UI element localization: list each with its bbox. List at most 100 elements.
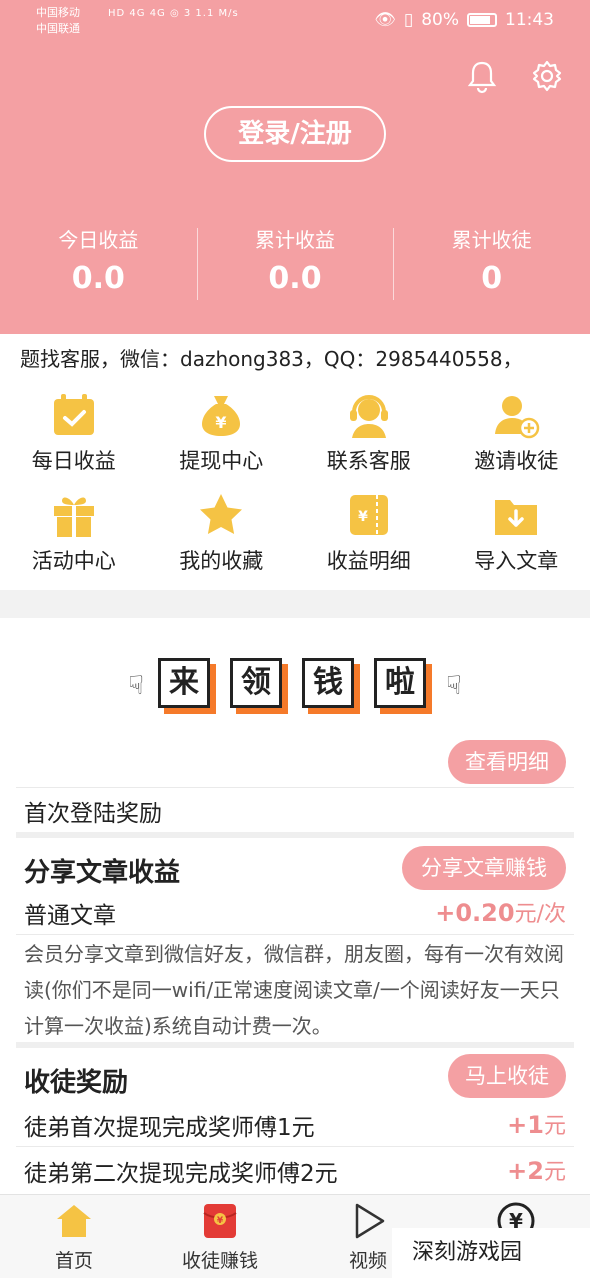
banner-tile: 啦 — [374, 658, 432, 714]
share-section-title: 分享文章收益 — [24, 858, 181, 888]
stat-value: 0.0 — [71, 261, 125, 296]
share-article-button[interactable]: 分享文章赚钱 — [402, 846, 566, 890]
divider — [16, 934, 574, 935]
normal-article-price: +0.20元/次 — [435, 896, 566, 928]
banner-tile: 来 — [158, 658, 216, 714]
carrier-2: 中国联通 — [36, 22, 80, 35]
vibrate-icon: ▯ — [403, 10, 414, 30]
grid-item-earnings-detail[interactable]: ¥ 收益明细 — [295, 490, 443, 590]
bell-icon[interactable] — [464, 58, 500, 94]
apprentice-section-title: 收徒奖励 — [24, 1068, 129, 1098]
stat-label: 今日收益 — [58, 228, 139, 252]
pointing-hand-icon: ☟ — [128, 671, 144, 701]
apprentice-reward-1: 徒弟首次提现完成奖师傅1元 — [24, 1115, 315, 1141]
header: 中国移动 中国联通 HD 4G 4G ◎ 3 1.1 M/s 👁 ▯ 80% 1… — [0, 0, 590, 334]
nav-recruit-earn[interactable]: ¥ 收徒赚钱 — [160, 1201, 280, 1275]
stat-value: 0.0 — [268, 261, 322, 296]
view-detail-button[interactable]: 查看明细 — [448, 740, 566, 784]
svg-text:¥: ¥ — [217, 1216, 224, 1226]
price-unit: 元 — [543, 1114, 566, 1139]
money-bag-icon: ¥ — [202, 396, 241, 436]
carrier-1: 中国移动 — [36, 6, 80, 19]
grid-label: 每日收益 — [31, 449, 116, 473]
divider — [16, 1146, 574, 1147]
grid-label: 活动中心 — [31, 549, 116, 573]
recruit-now-button[interactable]: 马上收徒 — [448, 1054, 566, 1098]
ticket-icon: ¥ — [349, 495, 388, 535]
svg-text:¥: ¥ — [358, 509, 368, 525]
play-icon — [355, 1203, 385, 1239]
folder-download-icon — [495, 500, 538, 535]
come-get-money-banner: ☟ 来 领 钱 啦 ☟ — [0, 654, 590, 718]
stat-today-earnings[interactable]: 今日收益 0.0 — [0, 224, 197, 302]
grid-item-withdraw-center[interactable]: ¥ 提现中心 — [148, 390, 296, 490]
stat-total-earnings[interactable]: 累计收益 0.0 — [196, 224, 394, 302]
headset-icon — [349, 395, 388, 438]
banner-char: 领 — [230, 658, 282, 708]
apprentice-reward-2-price: +2元 — [507, 1154, 566, 1186]
section-divider — [16, 832, 574, 838]
home-icon — [57, 1205, 91, 1237]
calendar-check-icon — [53, 394, 94, 435]
divider — [16, 787, 574, 788]
watermark-text: 深刻游戏园 — [412, 1240, 523, 1265]
share-description: 会员分享文章到微信好友，微信群，朋友圈，每有一次有效阅读(你们不是同一wifi/… — [24, 942, 564, 1038]
price-value: +2 — [507, 1157, 544, 1185]
stat-total-apprentices[interactable]: 累计收徒 0 — [393, 224, 590, 302]
price-unit: 元/次 — [514, 902, 566, 927]
status-bar: 中国移动 中国联通 HD 4G 4G ◎ 3 1.1 M/s 👁 ▯ 80% 1… — [0, 0, 590, 44]
banner-char: 钱 — [302, 658, 354, 708]
normal-article-label: 普通文章 — [24, 903, 116, 929]
login-register-button[interactable]: 登录/注册 — [204, 106, 386, 162]
banner-char: 来 — [158, 658, 210, 708]
nav-label: 收徒赚钱 — [181, 1250, 258, 1272]
red-envelope-icon: ¥ — [203, 1204, 237, 1238]
apprentice-reward-2: 徒弟第二次提现完成奖师傅2元 — [24, 1161, 338, 1187]
grid-label: 邀请收徒 — [474, 449, 559, 473]
price-value: +0.20 — [435, 899, 515, 927]
banner-tile: 钱 — [302, 658, 360, 714]
notice-marquee: 题找客服，微信：dazhong383，QQ：2985440558， — [20, 347, 523, 371]
stat-label: 累计收益 — [255, 228, 335, 252]
price-value: +1 — [507, 1111, 544, 1139]
watermark: 深刻游戏园 — [392, 1228, 590, 1278]
price-unit: 元 — [543, 1160, 566, 1185]
banner-tile: 领 — [230, 658, 288, 714]
grid-label: 联系客服 — [326, 449, 411, 473]
grid-item-import-article[interactable]: 导入文章 — [443, 490, 590, 590]
pointing-hand-icon: ☟ — [446, 671, 462, 701]
clock: 11:43 — [505, 10, 554, 30]
section-divider — [16, 1042, 574, 1048]
grid-label: 导入文章 — [474, 549, 559, 573]
grid-item-invite-apprentice[interactable]: 邀请收徒 — [443, 390, 590, 490]
grid-label: 我的收藏 — [179, 549, 264, 573]
gift-icon — [53, 497, 94, 537]
apprentice-reward-1-price: +1元 — [507, 1108, 566, 1140]
add-user-icon — [495, 396, 540, 439]
nav-label: 首页 — [54, 1250, 93, 1272]
grid-label: 收益明细 — [326, 549, 411, 573]
grid-item-customer-service[interactable]: 联系客服 — [295, 390, 443, 490]
svg-text:¥: ¥ — [216, 413, 227, 432]
carrier-info: 中国移动 中国联通 — [36, 5, 80, 37]
stat-value: 0 — [481, 261, 503, 296]
nav-home[interactable]: 首页 — [14, 1201, 134, 1275]
stats-row: 今日收益 0.0 累计收益 0.0 累计收徒 0 — [0, 224, 590, 302]
battery-icon — [467, 13, 497, 27]
network-info: HD 4G 4G ◎ 3 1.1 M/s — [108, 8, 239, 19]
first-login-reward: 首次登陆奖励 — [24, 801, 162, 827]
function-panel: 题找客服，微信：dazhong383，QQ：2985440558， 每日收益 ¥… — [0, 334, 590, 590]
rewards-section: ☟ 来 领 钱 啦 ☟ 查看明细 首次登陆奖励 分享文章收益 分享文章赚钱 普通… — [0, 618, 590, 1194]
grid-item-daily-earnings[interactable]: 每日收益 — [0, 390, 148, 490]
function-grid: 每日收益 ¥ 提现中心 联系客服 邀请收徒 活动中心 我的收藏 ¥ 收益明细 导… — [0, 390, 590, 590]
banner-char: 啦 — [374, 658, 426, 708]
eye-icon: 👁 — [374, 10, 396, 30]
grid-item-my-favorites[interactable]: 我的收藏 — [148, 490, 296, 590]
status-right: 👁 ▯ 80% 11:43 — [374, 10, 554, 30]
grid-label: 提现中心 — [179, 449, 264, 473]
star-icon — [200, 494, 243, 534]
stat-label: 累计收徒 — [451, 228, 532, 252]
gear-icon[interactable] — [529, 58, 565, 94]
battery-percent: 80% — [421, 10, 459, 30]
grid-item-activity-center[interactable]: 活动中心 — [0, 490, 148, 590]
